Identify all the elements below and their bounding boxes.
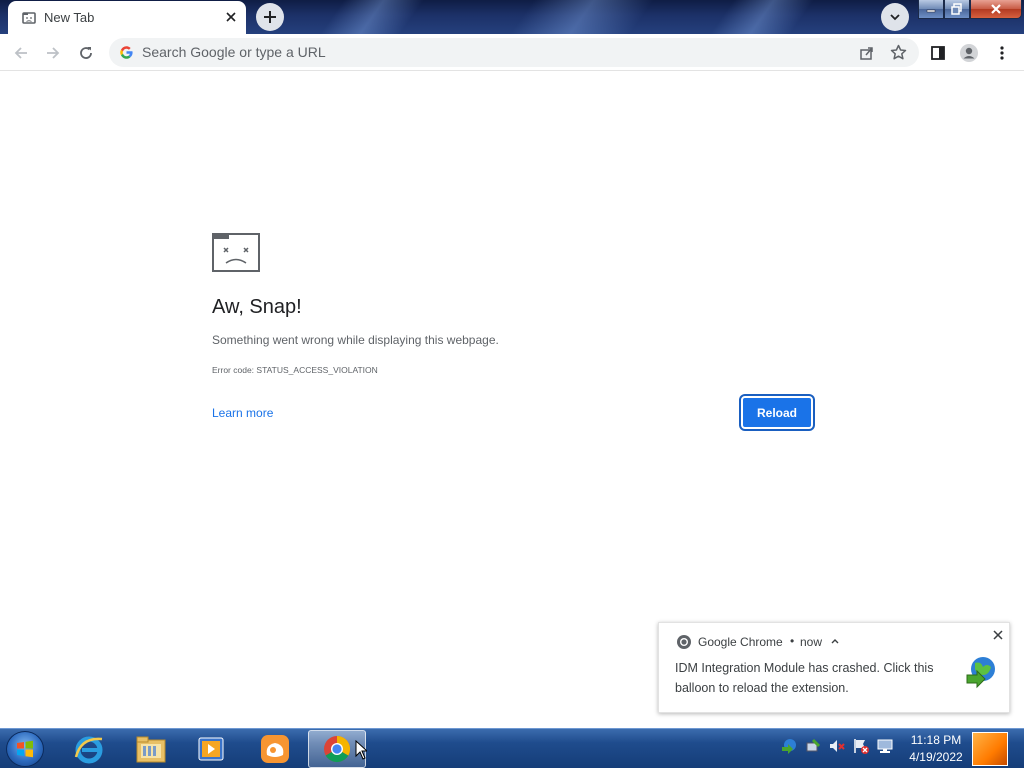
windows-taskbar: 11:18 PM 4/19/2022 (0, 728, 1024, 768)
refresh-icon (80, 47, 92, 59)
clock-time[interactable]: 11:18 PM (905, 733, 967, 747)
network-icon[interactable] (876, 737, 894, 755)
uc-browser-icon (261, 735, 289, 763)
windows-logo-icon (17, 740, 33, 758)
share-icon[interactable] (859, 45, 875, 61)
taskbar-media-player[interactable] (182, 730, 240, 768)
profile-avatar-icon (960, 44, 978, 62)
tab-strip: New Tab (0, 0, 1024, 34)
browser-toolbar: Search Google or type a URL (0, 34, 1024, 71)
arrow-left-icon (14, 47, 27, 59)
wallpaper-streak (698, 0, 822, 34)
side-panel-icon (931, 46, 945, 60)
browser-tab[interactable]: New Tab (8, 1, 246, 34)
tab-search-button[interactable] (881, 3, 909, 31)
omnibox[interactable]: Search Google or type a URL (109, 38, 919, 67)
kebab-menu-icon (1000, 46, 1004, 60)
google-g-icon (120, 46, 133, 59)
reload-button[interactable]: Reload (741, 396, 813, 429)
error-message: Something went wrong while displaying th… (212, 333, 499, 347)
idm-globe-icon (966, 657, 995, 689)
idm-tray-icon[interactable] (780, 737, 798, 755)
notification-separator: • (790, 634, 795, 648)
sad-tab-icon (212, 233, 260, 272)
notification-app-name: Google Chrome (698, 635, 783, 649)
restore-icon (951, 3, 962, 15)
window-controls (918, 0, 1022, 20)
safely-remove-hardware-icon[interactable] (804, 737, 822, 755)
mouse-cursor-icon (355, 740, 367, 760)
star-bookmark-icon[interactable] (890, 44, 907, 61)
close-tab-icon[interactable] (223, 9, 239, 25)
show-desktop-button[interactable] (972, 732, 1008, 766)
crash-notification[interactable]: Google Chrome • now IDM Integration Modu… (658, 622, 1010, 713)
error-title: Aw, Snap! (212, 296, 302, 318)
minimize-icon (926, 9, 936, 13)
wallpaper-streak (498, 0, 662, 34)
new-tab-button[interactable] (256, 3, 284, 31)
back-button[interactable] (10, 42, 32, 64)
side-panel-button[interactable] (927, 42, 949, 64)
media-player-icon (198, 737, 224, 761)
volume-muted-icon[interactable] (828, 737, 846, 755)
minimize-button[interactable] (918, 0, 944, 19)
chrome-logo-icon (324, 735, 351, 763)
close-icon (991, 4, 1001, 14)
restore-button[interactable] (944, 0, 970, 19)
close-window-button[interactable] (970, 0, 1022, 19)
taskbar-internet-explorer[interactable] (60, 730, 118, 768)
wallpaper-streak (308, 0, 432, 34)
learn-more-link[interactable]: Learn more (212, 406, 273, 420)
chevron-up-icon[interactable] (831, 638, 839, 644)
forward-button[interactable] (42, 42, 64, 64)
plus-icon (264, 11, 276, 23)
menu-button[interactable] (991, 42, 1013, 64)
error-code: Error code: STATUS_ACCESS_VIOLATION (212, 365, 378, 375)
chrome-logo-icon (677, 635, 691, 649)
sad-tab-favicon-icon (22, 12, 36, 24)
tab-title: New Tab (44, 10, 95, 25)
notification-body: IDM Integration Module has crashed. Clic… (675, 661, 934, 695)
folder-icon (136, 736, 166, 763)
taskbar-uc-browser[interactable] (246, 730, 304, 768)
close-notification-icon[interactable] (992, 629, 1004, 641)
internet-explorer-icon (74, 736, 103, 764)
clock-date[interactable]: 4/19/2022 (905, 750, 967, 764)
omnibox-placeholder: Search Google or type a URL (142, 44, 326, 60)
chevron-down-icon (890, 14, 900, 21)
action-center-flag-icon[interactable] (852, 737, 870, 755)
start-button[interactable] (6, 731, 44, 767)
profile-button[interactable] (958, 42, 980, 64)
arrow-right-icon (47, 47, 60, 59)
taskbar-windows-explorer[interactable] (122, 730, 180, 768)
notification-time: now (800, 635, 823, 649)
reload-page-button[interactable] (75, 42, 97, 64)
